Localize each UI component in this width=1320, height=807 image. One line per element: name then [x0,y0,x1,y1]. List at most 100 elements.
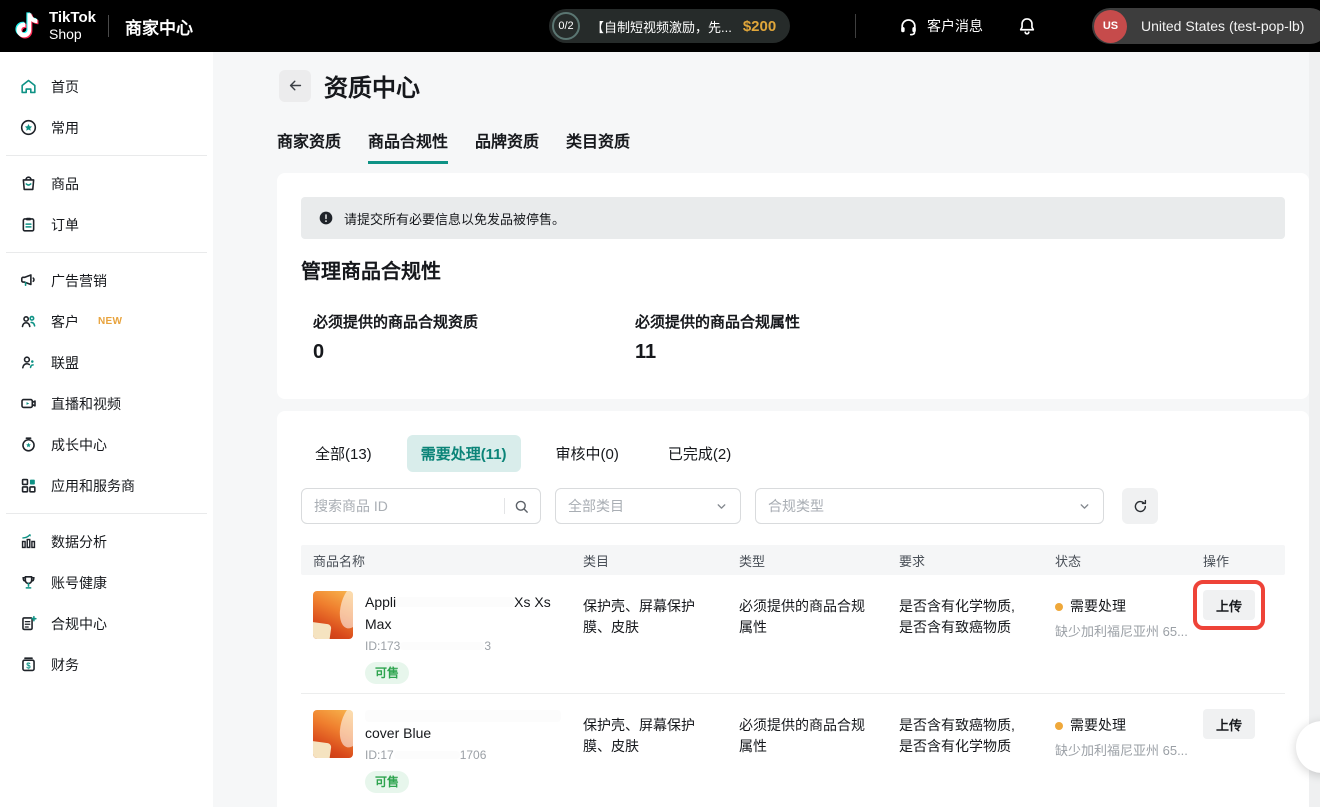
search-icon[interactable] [513,498,530,515]
product-cell: cover Blue ID:17 1706 可售 [301,694,571,807]
product-name [365,710,561,722]
compliance-overview-card: 请提交所有必要信息以免发品被停售。 管理商品合规性 必须提供的商品合规资质 0 … [277,173,1309,399]
scrollbar[interactable] [1309,52,1320,807]
app-title: 商家中心 [125,14,193,39]
compliance-type-placeholder: 合规类型 [768,496,824,516]
product-thumbnail [313,591,353,639]
tab-brand-qualification[interactable]: 品牌资质 [475,128,539,164]
compliance-type-dropdown[interactable]: 合规类型 [755,488,1104,524]
sidebar-divider [6,513,207,514]
sidebar-item-products[interactable]: 商品 [0,163,213,204]
page-header: 资质中心 [279,68,420,103]
sidebar-item-affiliate[interactable]: 联盟 [0,342,213,383]
bell-icon [1016,15,1038,37]
clipboard-icon [19,215,38,234]
sidebar-item-apps[interactable]: 应用和服务商 [0,465,213,506]
stat-value: 11 [635,341,800,364]
status-tab-in-review[interactable]: 审核中(0) [542,435,633,472]
requirement-cell: 是否含有化学物质, 是否含有致癌物质 [887,575,1043,693]
product-thumbnail [313,710,353,758]
sellable-badge: 可售 [365,771,409,793]
product-info: cover Blue ID:17 1706 可售 [365,710,561,807]
promo-banner[interactable]: 0/2 【自制短视频激励，先... $200 [549,9,790,43]
sidebar-item-label: 联盟 [51,353,79,373]
sidebar-item-customers[interactable]: 客户 NEW [0,301,213,342]
sidebar-item-account-health[interactable]: 账号健康 [0,562,213,603]
status-detail: 缺少加利福尼亚州 65... [1055,621,1179,642]
sidebar-item-label: 常用 [51,118,79,138]
sidebar-item-compliance[interactable]: 合规中心 [0,603,213,644]
promo-amount: $200 [743,18,776,35]
type-cell: 必须提供的商品合规属性 [727,575,887,693]
product-info: Appli Xs Xs Max ID:173 3 可售 [365,591,551,693]
sidebar-item-finance[interactable]: $ 财务 [0,644,213,685]
promo-label: 【自制短视频激励，先... [591,17,732,36]
customer-messages-button[interactable]: 客户消息 [898,0,983,52]
sidebar-item-orders[interactable]: 订单 [0,204,213,245]
region-label: United States (test-pop-lb) [1141,18,1304,34]
action-cell: 上传 [1191,575,1285,693]
back-button[interactable] [279,70,311,102]
status-tab-completed[interactable]: 已完成(2) [654,435,745,472]
upload-button[interactable]: 上传 [1203,709,1255,739]
tiktok-note-icon [14,11,41,42]
alert-text: 请提交所有必要信息以免发品被停售。 [344,209,565,228]
col-type: 类型 [727,551,887,570]
product-name-fragment: Xs Xs [514,591,551,613]
sidebar-item-frequent[interactable]: 常用 [0,107,213,148]
tiktok-shop-logo[interactable]: TikTok Shop [14,10,96,43]
analytics-icon [19,532,38,551]
brand-text: TikTok Shop [49,10,96,43]
sidebar-item-growth[interactable]: 成长中心 [0,424,213,465]
action-wrap: 上传 [1203,709,1255,739]
sidebar-item-analytics[interactable]: 数据分析 [0,521,213,562]
sidebar-item-label: 成长中心 [51,435,107,455]
tab-merchant-qualification[interactable]: 商家资质 [277,128,341,164]
category-cell: 保护壳、屏幕保护膜、皮肤 [571,694,727,807]
sidebar-item-label: 数据分析 [51,532,107,552]
chevron-down-icon [715,500,728,513]
sidebar-item-label: 客户 [51,312,79,332]
product-id-fragment: ID:173 [365,637,400,655]
bag-icon [19,174,38,193]
region-avatar: US [1094,10,1127,43]
category-cell: 保护壳、屏幕保护膜、皮肤 [571,575,727,693]
apps-grid-icon [19,476,38,495]
sidebar-item-label: 广告营销 [51,271,107,291]
product-name-line2: cover Blue [365,722,561,744]
tab-category-qualification[interactable]: 类目资质 [566,128,630,164]
action-wrap: 上传 [1203,590,1255,620]
category-dropdown-value: 全部类目 [568,496,624,516]
compliance-list-card: 全部(13) 需要处理(11) 审核中(0) 已完成(2) 全部类目 [277,411,1309,807]
stat-required-qualifications: 必须提供的商品合规资质 0 [313,311,478,364]
alert-banner: 请提交所有必要信息以免发品被停售。 [301,197,1285,239]
status-tab-to-handle[interactable]: 需要处理(11) [407,435,521,472]
notifications-button[interactable] [1016,15,1038,37]
filter-bar: 全部类目 合规类型 [301,488,1158,524]
tab-product-compliance[interactable]: 商品合规性 [368,128,448,164]
sidebar-item-live-video[interactable]: 直播和视频 [0,383,213,424]
category-dropdown[interactable]: 全部类目 [555,488,741,524]
status-tab-all[interactable]: 全部(13) [301,435,386,472]
finance-icon: $ [19,655,38,674]
sidebar-item-home[interactable]: 首页 [0,66,213,107]
compliance-doc-icon [19,614,38,633]
status-cell: 需要处理 缺少加利福尼亚州 65... [1043,694,1191,807]
redaction-blob [400,642,484,650]
product-id-fragment: ID:17 [365,746,394,764]
region-selector[interactable]: US United States (test-pop-lb) [1092,8,1320,44]
upload-button[interactable]: 上传 [1203,590,1255,620]
sidebar-item-ads[interactable]: 广告营销 [0,260,213,301]
table-row: Appli Xs Xs Max ID:173 3 可售 [301,575,1285,694]
section-title: 管理商品合规性 [301,255,441,284]
sidebar-item-label: 商品 [51,174,79,194]
sidebar-divider [6,155,207,156]
brand-line2: Shop [49,26,82,42]
product-id-fragment: 3 [484,637,491,655]
refresh-button[interactable] [1122,488,1158,524]
sidebar-item-label: 应用和服务商 [51,476,135,496]
customers-icon [19,312,38,331]
requirement-cell: 是否含有致癌物质, 是否含有化学物质 [887,694,1043,807]
topbar-left: TikTok Shop 商家中心 [14,0,193,52]
search-input[interactable] [314,498,496,514]
